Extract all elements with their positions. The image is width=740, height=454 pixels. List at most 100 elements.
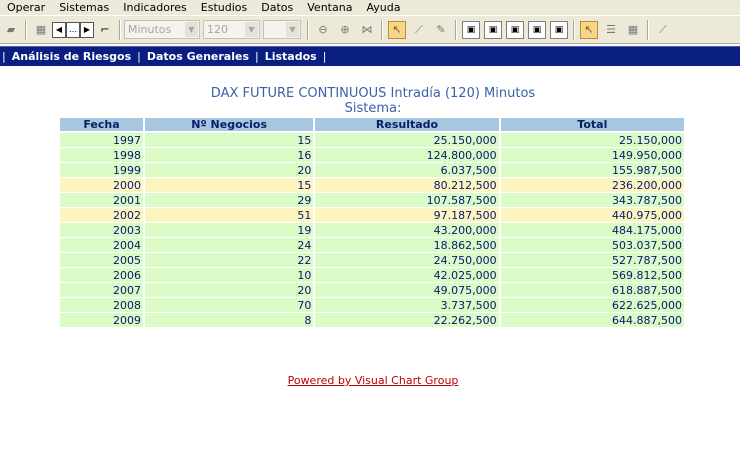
trend-line-icon[interactable]: ⟋ xyxy=(654,21,672,39)
cell-negocios: 51 xyxy=(144,208,314,223)
cell-total: 236.200,000 xyxy=(500,178,684,193)
table-row: 2005 22 24.750,000 527.787,500 xyxy=(60,253,684,268)
menu-ventana[interactable]: Ventana xyxy=(300,0,359,15)
cell-resultado: 42.025,000 xyxy=(315,268,499,283)
window-2-icon[interactable]: ▣ xyxy=(484,20,502,39)
cell-negocios: 10 xyxy=(144,268,314,283)
nav-link-listados[interactable]: Listados xyxy=(265,50,317,63)
table-row: 1998 16 124.800,000 149.950,000 xyxy=(60,148,684,163)
scroll-dots-button[interactable]: … xyxy=(66,21,80,38)
cell-fecha: 2009 xyxy=(60,313,143,328)
report-subtitle: Sistema: xyxy=(344,101,402,116)
powered-by-link[interactable]: Powered by Visual Chart Group xyxy=(288,374,459,387)
cell-fecha: 2002 xyxy=(60,208,143,223)
menu-indicadores[interactable]: Indicadores xyxy=(116,0,194,15)
cell-total: 149.950,000 xyxy=(500,148,684,163)
nav-divider: | xyxy=(255,50,259,63)
cell-fecha: 2001 xyxy=(60,193,143,208)
cell-fecha: 1997 xyxy=(60,133,143,148)
pen-tool-icon[interactable]: ✎ xyxy=(432,21,450,39)
menu-sistemas[interactable]: Sistemas xyxy=(52,0,116,15)
pointer-tool-icon[interactable]: ↖ xyxy=(388,20,406,39)
steps-icon[interactable]: ⌐ xyxy=(96,21,114,39)
cell-negocios: 70 xyxy=(144,298,314,313)
cell-total: 618.887,500 xyxy=(500,283,684,298)
table-row: 2008 70 3.737,500 622.625,000 xyxy=(60,298,684,313)
cell-negocios: 29 xyxy=(144,193,314,208)
toolbar-separator xyxy=(25,19,27,40)
cell-total: 622.625,000 xyxy=(500,298,684,313)
cell-fecha: 2007 xyxy=(60,283,143,298)
column-header-resultado: Resultado xyxy=(315,118,499,133)
scroll-right-button[interactable]: ▶ xyxy=(80,21,94,38)
cell-fecha: 1999 xyxy=(60,163,143,178)
cell-negocios: 20 xyxy=(144,163,314,178)
toolbar: ▰ ▦ ◀ … ▶ ⌐ Minutos ▼ 120 ▼ ▼ ⊖ ⊕ ⋈ ↖ ⟋ … xyxy=(0,15,740,44)
table-row: 2009 8 22.262,500 644.887,500 xyxy=(60,313,684,328)
zoom-in-icon[interactable]: ⊕ xyxy=(336,21,354,39)
cell-negocios: 19 xyxy=(144,223,314,238)
table-row: 2000 15 80.212,500 236.200,000 xyxy=(60,178,684,193)
cell-fecha: 2003 xyxy=(60,223,143,238)
cell-total: 343.787,500 xyxy=(500,193,684,208)
cell-resultado: 18.862,500 xyxy=(315,238,499,253)
table-row: 2004 24 18.862,500 503.037,500 xyxy=(60,238,684,253)
results-table: Fecha Nº Negocios Resultado Total 1997 15… xyxy=(58,118,686,328)
nav-link-analisis-riesgos[interactable]: Análisis de Riesgos xyxy=(12,50,131,63)
cell-resultado: 80.212,500 xyxy=(315,178,499,193)
menu-ayuda[interactable]: Ayuda xyxy=(359,0,407,15)
line-tool-icon[interactable]: ⟋ xyxy=(410,21,428,39)
report-nav-bar: | Análisis de Riesgos | Datos Generales … xyxy=(0,46,740,66)
cell-fecha: 2008 xyxy=(60,298,143,313)
column-header-total: Total xyxy=(500,118,684,133)
nav-divider: | xyxy=(137,50,141,63)
table-header-row: Fecha Nº Negocios Resultado Total xyxy=(60,118,684,133)
cell-total: 569.812,500 xyxy=(500,268,684,283)
cell-total: 440.975,000 xyxy=(500,208,684,223)
empty-select[interactable]: ▼ xyxy=(263,20,301,39)
menu-datos[interactable]: Datos xyxy=(254,0,300,15)
table-row: 1997 15 25.150,000 25.150,000 xyxy=(60,133,684,148)
cell-fecha: 2005 xyxy=(60,253,143,268)
menu-bar: Operar Sistemas Indicadores Estudios Dat… xyxy=(0,0,740,15)
zoom-out-icon[interactable]: ⊖ xyxy=(314,21,332,39)
cell-fecha: 2006 xyxy=(60,268,143,283)
cell-negocios: 24 xyxy=(144,238,314,253)
interval-select-value: 120 xyxy=(207,23,228,36)
window-1-icon[interactable]: ▣ xyxy=(462,20,480,39)
window-3-icon[interactable]: ▣ xyxy=(506,20,524,39)
scroll-left-button[interactable]: ◀ xyxy=(52,21,66,38)
grid-icon[interactable]: ▦ xyxy=(624,21,642,39)
bars-chart-icon[interactable]: ⋈ xyxy=(358,21,376,39)
cell-negocios: 20 xyxy=(144,283,314,298)
cell-negocios: 15 xyxy=(144,178,314,193)
cell-resultado: 49.075,000 xyxy=(315,283,499,298)
toolbar-separator xyxy=(455,19,457,40)
window-5-icon[interactable]: ▣ xyxy=(550,20,568,39)
results-table-body: 1997 15 25.150,000 25.150,000 1998 16 124.800,… xyxy=(60,133,684,328)
period-select-value: Minutos xyxy=(128,23,172,36)
cell-negocios: 16 xyxy=(144,148,314,163)
cell-resultado: 25.150,000 xyxy=(315,133,499,148)
cell-total: 527.787,500 xyxy=(500,253,684,268)
menu-operar[interactable]: Operar xyxy=(0,0,52,15)
menu-estudios[interactable]: Estudios xyxy=(194,0,254,15)
chart-template-icon[interactable]: ▦ xyxy=(32,21,50,39)
window-4-icon[interactable]: ▣ xyxy=(528,20,546,39)
open-folder-icon[interactable]: ▰ xyxy=(2,21,20,39)
chevron-down-icon: ▼ xyxy=(185,22,198,37)
align-icon[interactable]: ☰ xyxy=(602,21,620,39)
column-header-fecha: Fecha xyxy=(60,118,143,133)
toolbar-separator xyxy=(381,19,383,40)
cursor-select-icon[interactable]: ↖ xyxy=(580,20,598,39)
period-select[interactable]: Minutos ▼ xyxy=(124,20,200,39)
table-row: 2003 19 43.200,000 484.175,000 xyxy=(60,223,684,238)
nav-link-datos-generales[interactable]: Datos Generales xyxy=(147,50,249,63)
column-header-negocios: Nº Negocios xyxy=(144,118,314,133)
footer: Powered by Visual Chart Group xyxy=(0,369,740,388)
cell-total: 644.887,500 xyxy=(500,313,684,328)
cell-resultado: 6.037,500 xyxy=(315,163,499,178)
table-row: 2001 29 107.587,500 343.787,500 xyxy=(60,193,684,208)
interval-select[interactable]: 120 ▼ xyxy=(203,20,260,39)
toolbar-separator xyxy=(573,19,575,40)
